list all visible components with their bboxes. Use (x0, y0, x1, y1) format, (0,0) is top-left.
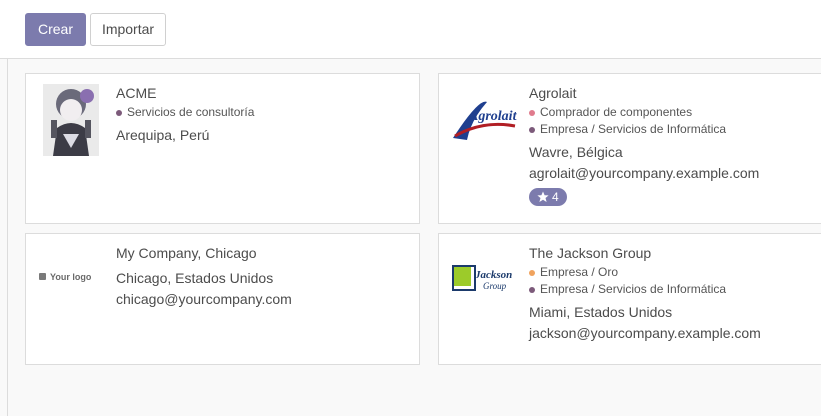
tag-label: Comprador de componentes (540, 105, 693, 119)
jackson-group-logo: Jackson Group (449, 258, 521, 298)
tag-dot (529, 109, 535, 116)
logo-text: Your logo (50, 272, 92, 282)
avatar (43, 84, 99, 156)
card-title: ACME (116, 85, 157, 101)
kanban-card-my-company-chicago[interactable]: Your logo My Company, Chicago Chicago, E… (25, 233, 420, 365)
tag: Servicios de consultoría (116, 104, 409, 121)
tag-label: Servicios de consultoría (127, 105, 255, 119)
agrolait-logo: Agrolait (449, 90, 521, 146)
import-button[interactable]: Importar (90, 13, 166, 46)
logo-text: Jackson (474, 269, 512, 281)
card-email: agrolait@yourcompany.example.com (529, 165, 760, 181)
card-title: The Jackson Group (529, 245, 652, 261)
control-panel: Crear Importar (0, 0, 821, 59)
logo-text: Agrolait (468, 109, 518, 124)
kanban-card-agrolait[interactable]: Agrolait Agrolait Comprador de component… (438, 73, 821, 224)
create-button[interactable]: Crear (25, 13, 86, 46)
avatar-image (43, 84, 99, 156)
tag: Empresa / Servicios de Informática (529, 281, 817, 298)
rating-badge[interactable]: 4 (529, 188, 567, 206)
tag-dot (529, 126, 535, 133)
card-location: Chicago, Estados Unidos (116, 270, 274, 286)
card-email: chicago@yourcompany.com (116, 291, 292, 307)
your-logo-placeholder: Your logo (36, 264, 108, 290)
tag-dot (529, 286, 535, 293)
card-title: My Company, Chicago (116, 245, 257, 261)
card-title: Agrolait (529, 85, 577, 101)
tag: Empresa / Servicios de Informática (529, 121, 817, 138)
tag: Empresa / Oro (529, 264, 817, 281)
logo-icon (39, 273, 46, 280)
tag: Comprador de componentes (529, 104, 817, 121)
logo-subtext: Group (483, 281, 507, 291)
card-email: jackson@yourcompany.example.com (529, 325, 761, 341)
card-location: Wavre, Bélgica (529, 144, 623, 160)
tag-dot (529, 269, 535, 276)
tag-label: Empresa / Servicios de Informática (540, 122, 727, 136)
kanban-card-acme[interactable]: ACME Servicios de consultoría Arequipa, … (25, 73, 420, 224)
star-icon (537, 191, 549, 202)
tag-label: Empresa / Servicios de Informática (540, 282, 727, 296)
kanban-view: ACME Servicios de consultoría Arequipa, … (7, 59, 821, 416)
badge-count: 4 (552, 190, 559, 204)
tag-dot (116, 109, 122, 116)
card-location: Arequipa, Perú (116, 127, 210, 143)
card-location: Miami, Estados Unidos (529, 304, 673, 320)
tag-label: Empresa / Oro (540, 265, 619, 279)
kanban-card-jackson-group[interactable]: Jackson Group The Jackson Group Empresa … (438, 233, 821, 365)
